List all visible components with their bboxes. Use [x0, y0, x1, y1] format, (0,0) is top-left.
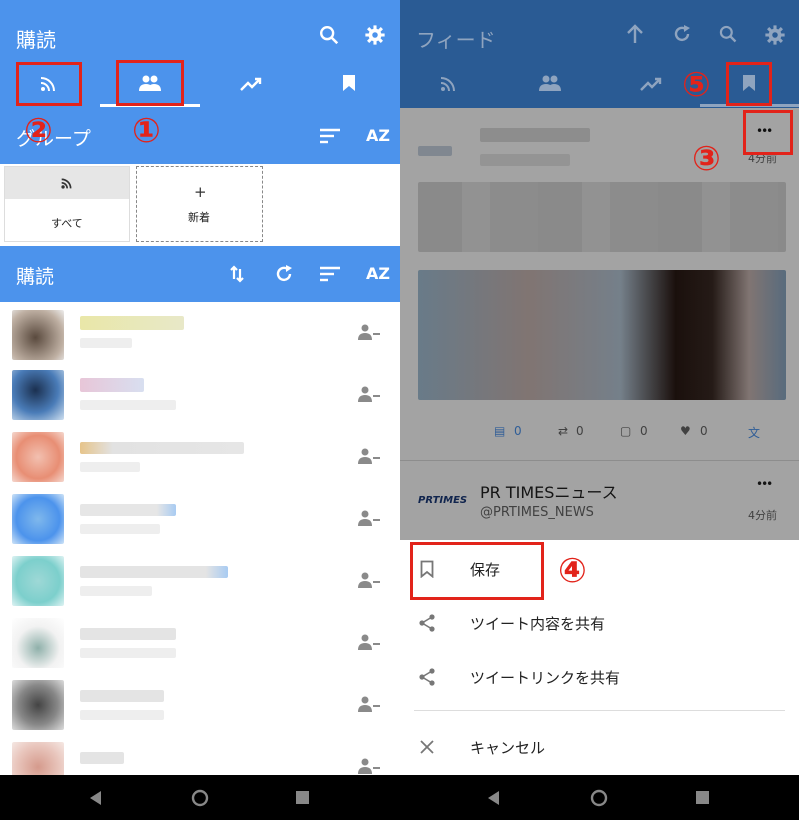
share-link-option[interactable]: ツイートリンクを共有: [400, 650, 799, 704]
blurred-handle: [80, 524, 160, 534]
list-item[interactable]: [0, 550, 400, 612]
blurred-handle: [80, 710, 164, 720]
recents-icon[interactable]: [696, 791, 709, 804]
blurred-handle: [80, 648, 176, 658]
sort-az-icon[interactable]: AZ: [366, 264, 390, 283]
avatar: [12, 556, 64, 606]
back-icon[interactable]: [90, 791, 102, 805]
blurred-name: [80, 442, 244, 454]
gear-icon[interactable]: [364, 24, 386, 46]
avatar: [12, 432, 64, 482]
annotation-box-3: [743, 110, 793, 155]
annotation-number-2: ②: [24, 111, 53, 151]
cancel-label: キャンセル: [470, 738, 546, 757]
divider: [414, 710, 785, 711]
blurred-name: [80, 316, 184, 330]
remove-person-icon[interactable]: [358, 448, 380, 464]
list-item[interactable]: [0, 488, 400, 550]
remove-person-icon[interactable]: [358, 386, 380, 402]
search-icon[interactable]: [718, 24, 738, 44]
action-sheet: 保存 ④ ツイート内容を共有 ツイートリンクを共有 キャンセル: [400, 540, 799, 775]
remove-person-icon[interactable]: [358, 572, 380, 588]
tab-rss-icon[interactable]: [440, 76, 456, 92]
list-item[interactable]: [0, 612, 400, 674]
blurred-name: [80, 504, 176, 516]
share-icon: [418, 668, 436, 686]
blurred-handle: [80, 400, 176, 410]
list-item[interactable]: [0, 674, 400, 736]
list-item[interactable]: [0, 364, 400, 426]
list-item[interactable]: [0, 302, 400, 364]
home-icon[interactable]: [191, 789, 209, 807]
share-content-label: ツイート内容を共有: [470, 614, 606, 633]
gear-icon[interactable]: [764, 24, 786, 46]
page-title: フィード: [416, 28, 496, 52]
subscription-bar: 購読 AZ: [0, 246, 400, 302]
arrow-up-icon[interactable]: [626, 24, 644, 44]
dim-overlay[interactable]: [400, 108, 799, 540]
share-icon: [418, 614, 436, 632]
avatar: [12, 680, 64, 730]
remove-person-icon[interactable]: [358, 758, 380, 774]
annotation-number-5: ⑤: [682, 65, 711, 105]
annotation-box-4: [410, 542, 544, 600]
right-screen: フィード ⑤ 4分前 ▤ 0 ⇄ 0 ▢ 0 ♥ 0 文 PRTIMES PR …: [400, 0, 799, 775]
tab-trending-icon[interactable]: [240, 76, 262, 92]
sort-icon[interactable]: [320, 266, 340, 282]
blurred-name: [80, 378, 144, 392]
cancel-option[interactable]: キャンセル: [400, 720, 799, 774]
annotation-box-2: [16, 62, 82, 106]
remove-person-icon[interactable]: [358, 634, 380, 650]
rss-icon: [61, 178, 72, 189]
blurred-handle: [80, 338, 132, 348]
tab-bookmark-icon[interactable]: [342, 74, 356, 92]
recents-icon[interactable]: [296, 791, 309, 804]
blurred-handle: [80, 586, 152, 596]
subscription-title: 購読: [16, 266, 55, 288]
search-icon[interactable]: [318, 24, 340, 46]
back-icon[interactable]: [488, 791, 500, 805]
group-card-new[interactable]: + 新着: [136, 166, 263, 242]
tab-group-icon[interactable]: [538, 74, 562, 92]
swap-vertical-icon[interactable]: [230, 265, 244, 283]
close-icon: [420, 740, 434, 754]
blurred-name: [80, 752, 124, 764]
annotation-box-5: [726, 62, 772, 106]
blurred-name: [80, 628, 176, 640]
annotation-number-4: ④: [558, 551, 587, 591]
annotation-number-3: ③: [692, 139, 721, 179]
group-label: すべて: [51, 217, 83, 230]
subscription-list: [0, 302, 400, 775]
share-content-option[interactable]: ツイート内容を共有: [400, 596, 799, 650]
group-card-all[interactable]: すべて: [4, 166, 130, 242]
remove-person-icon[interactable]: [358, 510, 380, 526]
refresh-icon[interactable]: [274, 264, 294, 284]
group-bar: グループ AZ: [0, 108, 400, 164]
page-title: 購読: [16, 28, 56, 52]
sort-az-icon[interactable]: AZ: [366, 126, 390, 145]
plus-icon: +: [194, 183, 207, 201]
group-label: 新着: [188, 211, 210, 224]
remove-person-icon[interactable]: [358, 324, 380, 340]
sort-icon[interactable]: [320, 128, 340, 144]
avatar: [12, 494, 64, 544]
blurred-name: [80, 690, 164, 702]
tab-trending-icon[interactable]: [640, 76, 662, 92]
home-icon[interactable]: [590, 789, 608, 807]
remove-person-icon[interactable]: [358, 696, 380, 712]
avatar: [12, 618, 64, 668]
annotation-number-1: ①: [132, 111, 161, 151]
list-item[interactable]: [0, 736, 400, 775]
share-link-label: ツイートリンクを共有: [470, 668, 621, 687]
avatar: [12, 370, 64, 420]
system-nav-bar: [0, 775, 799, 820]
avatar: [12, 742, 64, 775]
left-screen: 購読 グループ AZ ② ① すべて + 新着 購読 AZ: [0, 0, 400, 775]
list-item[interactable]: [0, 426, 400, 488]
annotation-box-1: [116, 60, 184, 106]
avatar: [12, 310, 64, 360]
refresh-icon[interactable]: [672, 24, 692, 44]
blurred-name: [80, 566, 228, 578]
blurred-handle: [80, 462, 140, 472]
